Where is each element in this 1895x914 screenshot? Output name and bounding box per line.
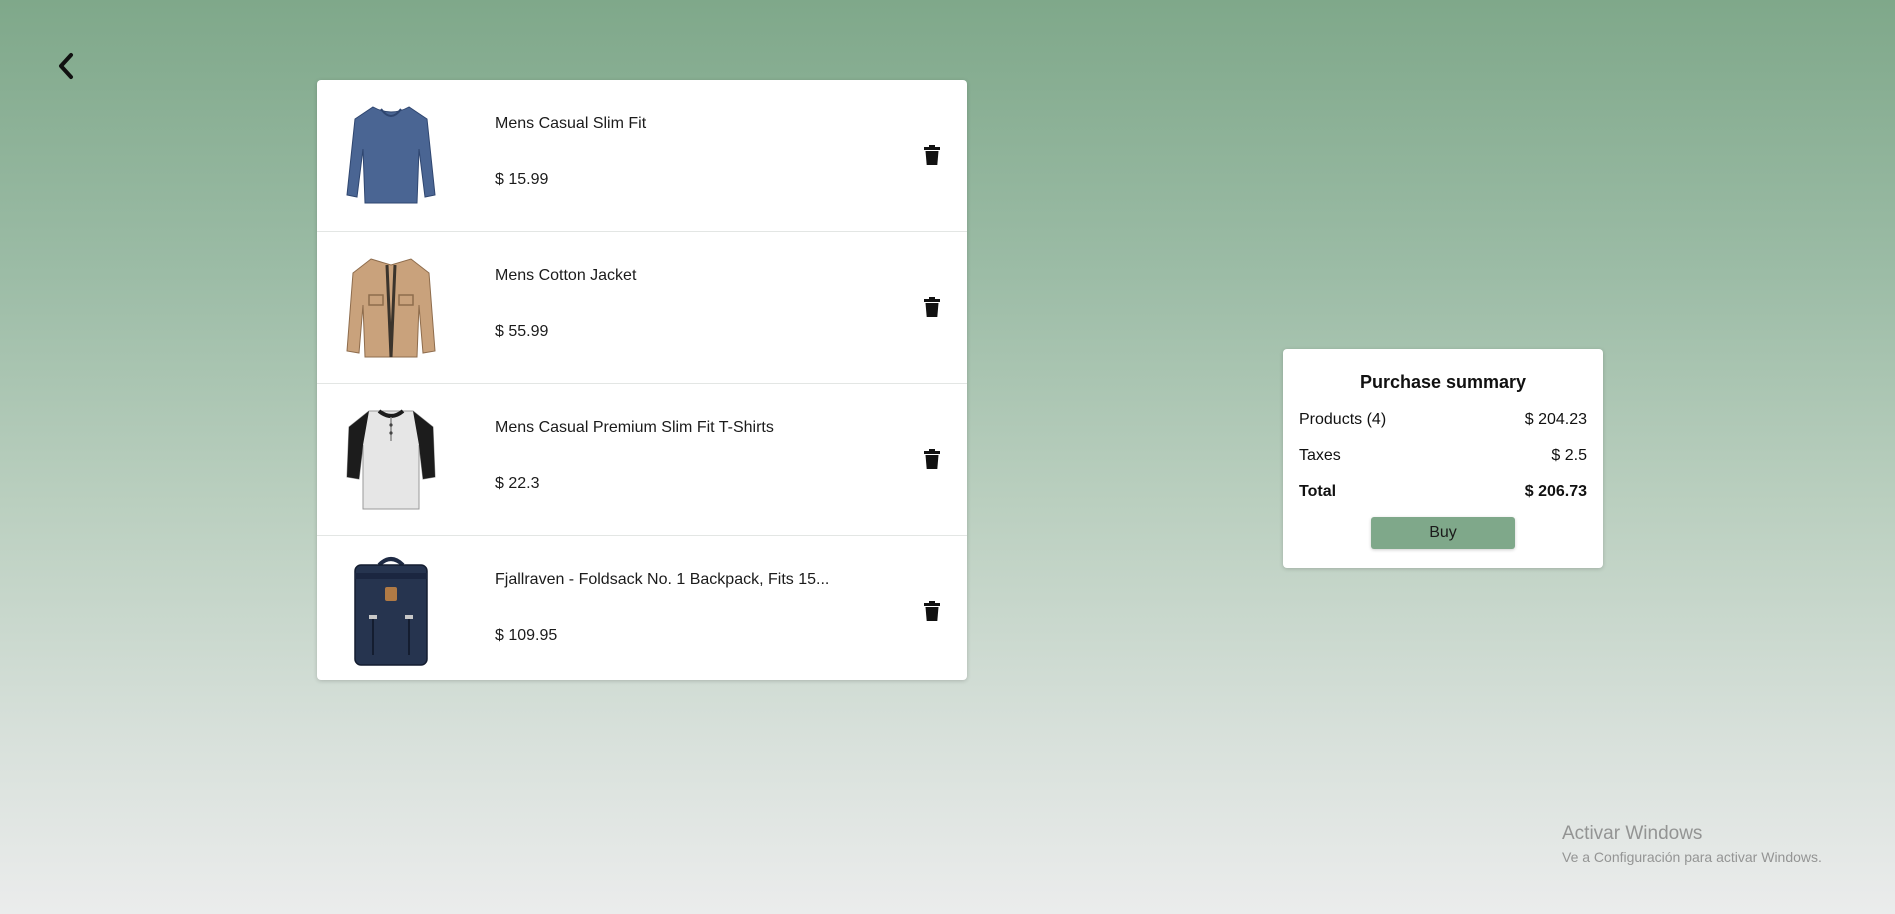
summary-products-row: Products (4) $ 204.23 (1299, 411, 1587, 429)
item-title[interactable]: Mens Casual Slim Fit (495, 115, 646, 133)
watermark-subtitle: Ve a Configuración para activar Windows. (1562, 849, 1822, 865)
trash-icon (924, 601, 940, 621)
summary-total-row: Total $ 206.73 (1299, 483, 1587, 501)
item-title[interactable]: Mens Cotton Jacket (495, 267, 636, 285)
cart-item: Mens Casual Slim Fit $ 15.99 (317, 80, 967, 232)
product-image-tshirt[interactable] (341, 400, 441, 518)
trash-icon (924, 449, 940, 469)
delete-item-button[interactable] (917, 140, 947, 170)
products-label: Products (4) (1299, 411, 1387, 428)
trash-icon (924, 145, 940, 165)
products-value: $ 204.23 (1524, 411, 1587, 428)
total-value: $ 206.73 (1524, 483, 1587, 500)
purchase-summary-card: Purchase summary Products (4) $ 204.23 T… (1283, 349, 1603, 568)
delete-item-button[interactable] (917, 596, 947, 626)
chevron-left-icon (59, 53, 73, 79)
item-price: $ 109.95 (495, 627, 558, 644)
product-image-shirt[interactable] (341, 96, 441, 214)
item-price: $ 15.99 (495, 171, 549, 188)
cart-item: Mens Cotton Jacket $ 55.99 (317, 232, 967, 384)
buy-button[interactable]: Buy (1371, 517, 1515, 549)
taxes-value: $ 2.5 (1551, 447, 1587, 464)
back-button[interactable] (48, 48, 84, 84)
item-price: $ 55.99 (495, 323, 549, 340)
summary-title: Purchase summary (1359, 372, 1527, 392)
cart-item: Fjallraven - Foldsack No. 1 Backpack, Fi… (317, 536, 967, 680)
summary-taxes-row: Taxes $ 2.5 (1299, 447, 1587, 465)
windows-activation-watermark: Activar Windows Ve a Configuración para … (1562, 823, 1822, 865)
cart-list: Mens Casual Slim Fit $ 15.99 Mens Cotton… (317, 80, 967, 680)
item-price: $ 22.3 (495, 475, 540, 492)
delete-item-button[interactable] (917, 444, 947, 474)
taxes-label: Taxes (1299, 447, 1341, 464)
watermark-title: Activar Windows (1562, 823, 1703, 844)
item-title[interactable]: Fjallraven - Foldsack No. 1 Backpack, Fi… (495, 571, 829, 589)
trash-icon (924, 297, 940, 317)
total-label: Total (1299, 483, 1337, 500)
cart-item: Mens Casual Premium Slim Fit T-Shirts $ … (317, 384, 967, 536)
product-image-backpack[interactable] (341, 552, 441, 670)
product-image-jacket[interactable] (341, 248, 441, 366)
delete-item-button[interactable] (917, 292, 947, 322)
item-title[interactable]: Mens Casual Premium Slim Fit T-Shirts (495, 419, 774, 437)
